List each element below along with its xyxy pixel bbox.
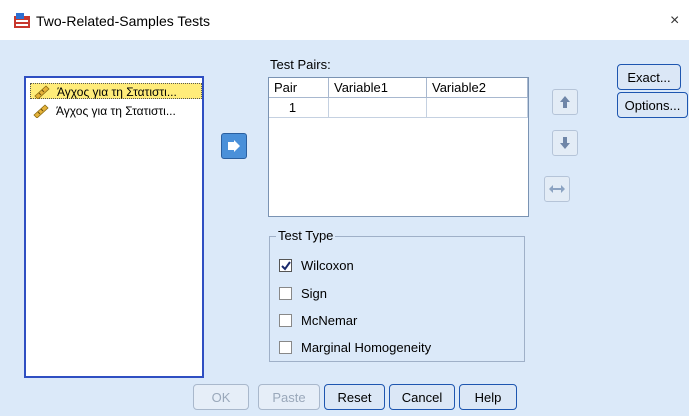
pair-number-cell: 1 xyxy=(269,98,329,118)
checkmark-icon xyxy=(281,261,291,271)
exact-button-label: Exact... xyxy=(627,69,671,85)
variable-item-1[interactable]: Άγχος για τη Στατιστι... xyxy=(30,83,202,99)
move-up-button[interactable] xyxy=(552,89,578,115)
window-title: Two-Related-Samples Tests xyxy=(36,13,211,29)
reset-button-label: Reset xyxy=(337,389,372,405)
exact-button[interactable]: Exact... xyxy=(617,64,681,90)
reset-button[interactable]: Reset xyxy=(324,384,385,410)
variable1-cell[interactable] xyxy=(329,98,427,118)
column-header-variable1: Variable1 xyxy=(329,78,427,98)
arrow-right-icon xyxy=(228,140,240,152)
help-button-label: Help xyxy=(474,389,502,405)
marginal-homogeneity-label[interactable]: Marginal Homogeneity xyxy=(301,340,431,355)
swap-arrows-icon xyxy=(549,185,565,193)
move-down-button[interactable] xyxy=(552,130,578,156)
paste-button[interactable]: Paste xyxy=(258,384,320,410)
mcnemar-checkbox[interactable] xyxy=(279,314,292,327)
options-button-label: Options... xyxy=(624,97,681,113)
ruler-pencil-icon xyxy=(34,85,50,99)
arrow-up-icon xyxy=(560,96,570,108)
sign-label[interactable]: Sign xyxy=(301,286,327,301)
paste-button-label: Paste xyxy=(272,389,306,405)
arrow-down-icon xyxy=(560,137,570,149)
wilcoxon-label[interactable]: Wilcoxon xyxy=(301,258,354,273)
variable-item-label: Άγχος για τη Στατιστι... xyxy=(57,85,177,99)
swap-variables-button[interactable] xyxy=(544,176,570,202)
test-pairs-table[interactable]: Pair Variable1 Variable2 1 xyxy=(268,77,529,217)
test-pairs-label: Test Pairs: xyxy=(270,57,331,72)
spss-app-icon xyxy=(14,13,30,28)
options-button[interactable]: Options... xyxy=(617,92,688,118)
cancel-button[interactable]: Cancel xyxy=(389,384,455,410)
sign-checkbox[interactable] xyxy=(279,287,292,300)
marginal-homogeneity-checkbox[interactable] xyxy=(279,341,292,354)
test-type-legend: Test Type xyxy=(276,228,336,243)
column-header-variable2: Variable2 xyxy=(427,78,528,98)
variable2-cell[interactable] xyxy=(427,98,528,118)
ruler-pencil-icon xyxy=(33,104,49,118)
ok-button[interactable]: OK xyxy=(193,384,249,410)
source-variable-list[interactable]: Άγχος για τη Στατιστι... Άγχος για τη Στ… xyxy=(24,76,204,378)
cancel-button-label: Cancel xyxy=(401,389,443,405)
help-button[interactable]: Help xyxy=(459,384,517,410)
variable-item-2[interactable]: Άγχος για τη Στατιστι... xyxy=(30,103,202,119)
title-bar: Two-Related-Samples Tests × xyxy=(0,0,689,40)
mcnemar-label[interactable]: McNemar xyxy=(301,313,357,328)
ok-button-label: OK xyxy=(211,389,231,405)
variable-item-label: Άγχος για τη Στατιστι... xyxy=(56,104,176,118)
move-to-pairs-button[interactable] xyxy=(221,133,247,159)
close-icon[interactable]: × xyxy=(670,12,679,30)
column-header-pair: Pair xyxy=(269,78,329,98)
wilcoxon-checkbox[interactable] xyxy=(279,259,292,272)
